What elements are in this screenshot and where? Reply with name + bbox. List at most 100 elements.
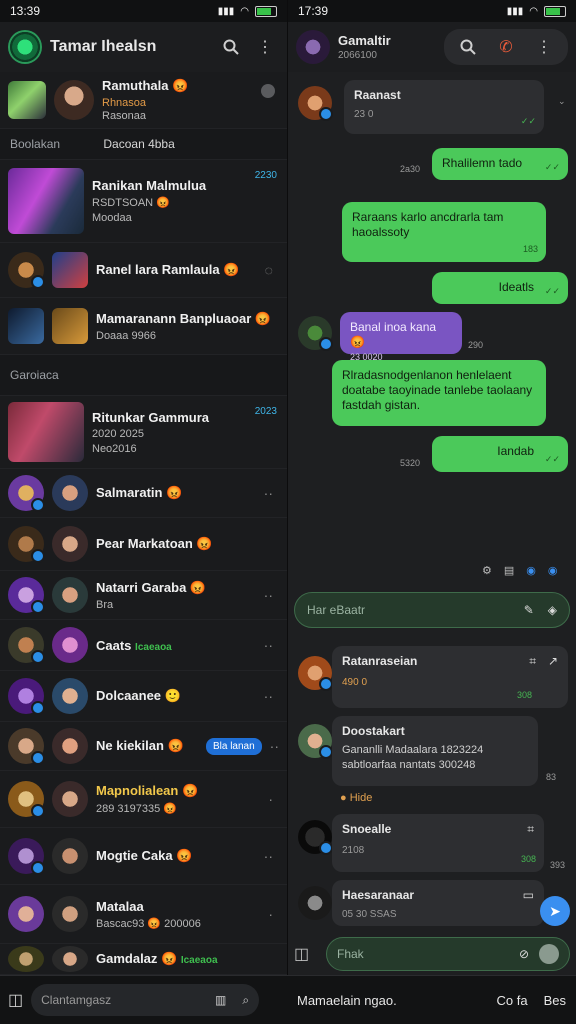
qr-icon[interactable]: ⌗ [527, 822, 534, 837]
message-text: Iandab [497, 444, 534, 458]
more-vert-icon[interactable]: ⋮ [532, 35, 556, 59]
status-bar: 17:39 ▮▮▮ ◠ [288, 0, 576, 22]
info-icon[interactable]: ◉ [526, 564, 536, 577]
message-input-top[interactable]: Har eBaatr ✎ ◈ [294, 592, 570, 628]
chat-name: Ne kiekilan 😡 [96, 738, 184, 753]
more-vert-icon[interactable]: ⋮ [253, 35, 277, 59]
message-bubble[interactable]: Ideatls ✓✓ [432, 272, 568, 304]
status-bar: 13:39 ▮▮▮ ◠ [0, 0, 287, 22]
search-icon[interactable]: ⌕ [242, 993, 249, 1008]
chat-row[interactable]: Ritunkar Gammura 2020 2025 Neo2016 2023 [0, 396, 287, 469]
chat-row[interactable]: Caats Icaeaoa ·· [0, 620, 287, 671]
chat-name: Ranel lara Ramlaula 😡 [96, 262, 240, 277]
sidebar-icon[interactable]: ◫ [8, 990, 23, 1010]
message-bubble[interactable]: Iandab ✓✓ [432, 436, 568, 472]
section-extra: Dacoan 4bba [103, 137, 175, 151]
book-icon[interactable]: ▥ [215, 993, 226, 1007]
avatar [8, 526, 45, 563]
send-fab[interactable]: ➤ [540, 896, 570, 926]
chat-preview: 2020 2025 [92, 427, 144, 440]
avatar [8, 308, 44, 344]
pinned-chat-row[interactable]: Ramuthala 😡 Rhnasoa Rasonaa [0, 72, 287, 129]
more-icon[interactable]: ·· [264, 637, 273, 653]
chat-row[interactable]: Mogtie Caka 😡 ·· [0, 828, 287, 885]
message-bubble[interactable]: Raraans karlo ancdrarla tam haoalssoty 1… [342, 202, 546, 262]
message-bubble[interactable]: Ratanraseian 490 0 308 ⌗ ↗ [332, 646, 568, 708]
more-icon[interactable]: ·· [264, 688, 273, 704]
avatar [8, 896, 44, 932]
message-bubble[interactable]: Raanast 23 0 ✓✓ [344, 80, 544, 134]
message-time: 393 [550, 860, 566, 870]
more-icon[interactable]: · [268, 906, 273, 922]
qr-icon[interactable]: ⌗ [529, 654, 536, 669]
message-meta: Gananlli Madaalara 1823224 sabtloarfaa n… [342, 744, 484, 771]
avatar [52, 577, 88, 613]
avatar [52, 896, 88, 932]
bottom-label: Mamaelain ngao. [297, 992, 397, 1008]
settings-icon[interactable]: ⚙ [482, 564, 492, 577]
chat-row[interactable]: Ne kiekilan 😡 Bla lanan ·· [0, 722, 287, 771]
avatar [52, 475, 88, 511]
more-icon[interactable]: ·· [264, 848, 273, 864]
chat-row[interactable]: Salmaratin 😡 ·· [0, 469, 287, 518]
avatar [52, 678, 88, 714]
pen-icon[interactable]: ✎ [524, 603, 534, 617]
avatar [8, 678, 45, 715]
bottom-action[interactable]: Co fa [497, 993, 528, 1008]
avatar-group [8, 168, 84, 234]
avatar[interactable] [296, 30, 330, 64]
chat-row[interactable]: Matalaa Bascac93 😡 200006 · [0, 885, 287, 944]
message-bubble[interactable]: Doostakart Gananlli Madaalara 1823224 sa… [332, 716, 538, 786]
more-icon[interactable]: ·· [264, 587, 273, 603]
chat-name: Caats Icaeaoa [96, 637, 172, 653]
status-time: 13:39 [10, 4, 41, 18]
attach-icon[interactable]: ⊘ [519, 947, 529, 961]
reaction[interactable]: ● Hide [340, 792, 372, 804]
label-chip[interactable]: Bla lanan [205, 737, 262, 755]
chat-name: Gamdalaz 😡 Icaeaoa [96, 951, 218, 966]
message-time: 2a30 [400, 164, 421, 174]
avatar [52, 838, 88, 874]
chat-header: Gamaltir 2066100 ✆ ⋮ [288, 22, 576, 72]
chat-row[interactable]: Dolcaanee 🙂 ·· [0, 671, 287, 722]
bottom-action[interactable]: Bes [544, 993, 566, 1008]
chat-row[interactable]: Gamdalaz 😡 Icaeaoa [0, 944, 287, 975]
chat-name: Matalaa [96, 898, 144, 914]
file-icon[interactable]: ▤ [504, 564, 514, 577]
search-icon[interactable] [219, 35, 243, 59]
sidebar-icon[interactable]: ◫ [294, 944, 318, 964]
message-bubble[interactable]: Rlradasnodgenlanon henlelaent doatabe ta… [332, 360, 546, 426]
eraser-icon[interactable]: ◈ [548, 603, 557, 617]
more-icon[interactable]: · [268, 791, 273, 807]
chat-row[interactable]: Ranikan Malmulua RSDTSOAN 😡 Moodaa 2230 [0, 160, 287, 243]
avatar [8, 838, 45, 875]
call-icon[interactable]: ✆ [494, 35, 518, 59]
chat-row[interactable]: Ranel lara Ramlaula 😡 ◌ [0, 243, 287, 298]
chat-row[interactable]: Mamaranann Banpluaoar 😡 Doaaa 9966 [0, 298, 287, 355]
share-icon[interactable]: ↗ [548, 654, 558, 669]
message-bubble[interactable]: Snoealle 2108 308 ⌗ [332, 814, 544, 872]
search-icon[interactable] [456, 35, 480, 59]
more-icon[interactable]: ·· [270, 738, 279, 754]
emoji-icon[interactable] [539, 944, 559, 964]
chat-row[interactable]: Pear Markatoan 😡 [0, 518, 287, 571]
search-input[interactable]: Clantamgasz ▥ ⌕ [31, 984, 260, 1016]
chat-row[interactable]: Mapnolialean 😡 289 3197335 😡 · [0, 771, 287, 828]
info-icon[interactable]: ◉ [548, 564, 558, 577]
app-logo [10, 32, 40, 62]
battery-icon [255, 5, 277, 17]
more-icon[interactable]: ·· [264, 485, 273, 501]
chat-row[interactable]: Natarri Garaba 😡 Bra ·· [0, 571, 287, 620]
chat-preview-2: Rasonaa [102, 110, 147, 122]
chat-preview-2: Neo2016 [92, 442, 137, 455]
message-time: 308 [520, 854, 536, 864]
message-bubble[interactable]: Rhalilemn tado ✓✓ [432, 148, 568, 180]
comment-icon[interactable]: ▭ [523, 888, 534, 903]
message-bubble[interactable]: Banal inoa kana 😡 23 0020 [340, 312, 462, 362]
chevron-down-icon[interactable]: ⌄ [558, 96, 566, 107]
message-time: 5320 [400, 458, 421, 468]
message-input[interactable]: Fhak ⊘ [326, 937, 570, 971]
chat-preview: Bascac93 😡 200006 [96, 917, 201, 930]
message-bubble[interactable]: Haesaranaar 05 30 SSAS ▭ [332, 880, 544, 926]
read-check-icon: ✓✓ [520, 116, 536, 126]
